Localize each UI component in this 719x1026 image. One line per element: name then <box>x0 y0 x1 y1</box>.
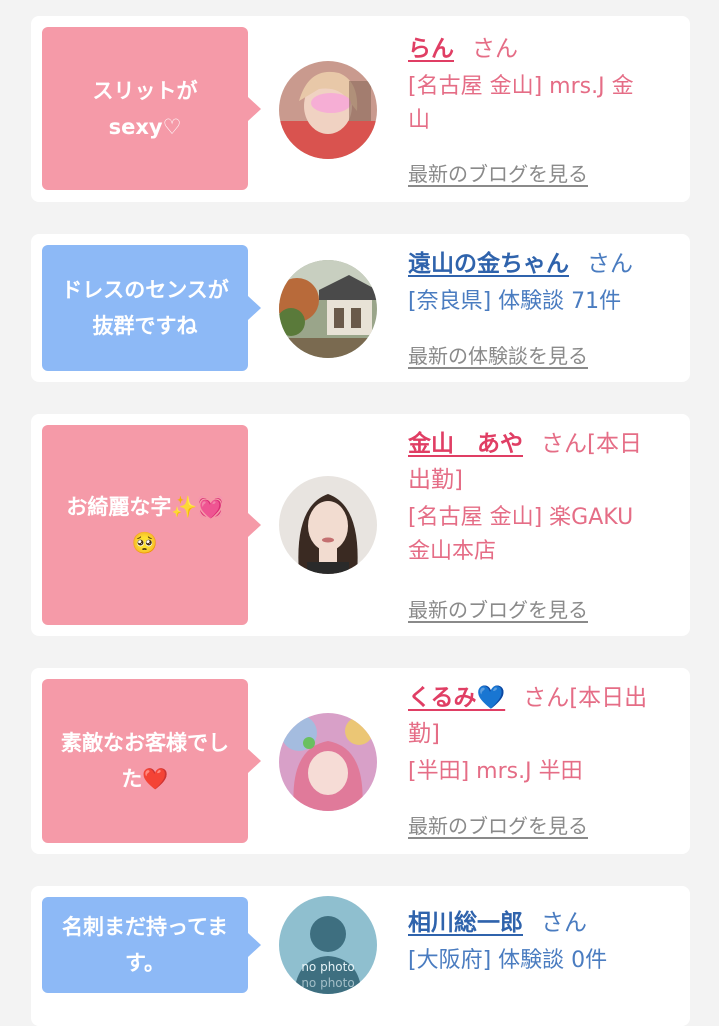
girl-name-link[interactable]: らん <box>408 36 454 62</box>
comment-bubble: ドレスのセンスが 抜群ですね <box>42 245 261 371</box>
honorific: さん[本日出 <box>523 685 648 711</box>
reviewer-detail: [奈良県] 体験談 71件 <box>408 289 622 314</box>
comment-bubble: スリットが sexy♡ <box>42 27 261 190</box>
honorific: さん[本日 <box>541 431 642 457</box>
comment-bubble: 名刺まだ持ってま す。 <box>42 897 261 993</box>
detail-line: [名古屋 金山] 楽GAKU <box>408 505 634 530</box>
comment-line: 🥺 <box>131 531 159 555</box>
honorific: さん <box>587 251 633 277</box>
latest-blog-link[interactable]: 最新のブログを見る <box>408 158 588 187</box>
comment-line: スリットが <box>92 78 198 103</box>
latest-blog-link[interactable]: 最新のブログを見る <box>408 810 588 839</box>
reviewer-detail: [大阪府] 体験談 0件 <box>408 948 608 973</box>
comment-line: 素敵なお客様でし <box>61 731 229 755</box>
comment-line: sexy♡ <box>108 114 182 139</box>
review-card-1: スリットが sexy♡ らん さん [名古屋 金山] mrs.J 金 山 最新のブ… <box>31 16 690 202</box>
review-card-3: お綺麗な字✨💓 🥺 金山 あや さん[本日 出勤] [名古屋 金山] 楽GAKU … <box>31 414 690 636</box>
detail-line: 山 <box>408 108 431 133</box>
work-status: 勤] <box>408 721 440 747</box>
shop-detail: [名古屋 金山] mrs.J 金 山 <box>408 70 678 138</box>
no-photo-label: no photo <box>301 976 355 990</box>
latest-review-link[interactable]: 最新の体験談を見る <box>408 340 588 369</box>
shop-detail: [名古屋 金山] 楽GAKU 金山本店 <box>408 501 678 569</box>
review-card-4: 素敵なお客様でし た❤️ くるみ💙 さん[本日出 勤] [半田] mrs.J 半田… <box>31 668 690 854</box>
card-info: くるみ💙 さん[本日出 勤] [半田] mrs.J 半田 <box>408 679 678 789</box>
review-card-2: ドレスのセンスが 抜群ですね 遠山の金ちゃん さん [奈良県] 体験談 71件 最… <box>31 234 690 382</box>
avatar[interactable] <box>279 476 377 574</box>
latest-blog-link[interactable]: 最新のブログを見る <box>408 594 588 623</box>
comment-line: 名刺まだ持ってま <box>62 915 228 939</box>
comment-line: す。 <box>125 951 165 975</box>
shop-detail: [半田] mrs.J 半田 <box>408 759 583 784</box>
detail-line: [名古屋 金山] mrs.J 金 <box>408 74 634 99</box>
review-card-5: 名刺まだ持ってま す。 no photo no photo 相川総一郎 さん [大… <box>31 886 690 1026</box>
detail-line: 金山本店 <box>408 539 497 564</box>
card-info: らん さん [名古屋 金山] mrs.J 金 山 <box>408 30 678 138</box>
work-status: 出勤] <box>408 467 463 493</box>
comment-bubble: 素敵なお客様でし た❤️ <box>42 679 261 843</box>
comment-bubble: お綺麗な字✨💓 🥺 <box>42 425 261 625</box>
girl-name-link[interactable]: くるみ💙 <box>408 685 505 711</box>
girl-name-link[interactable]: 金山 あや <box>408 431 523 457</box>
honorific: さん <box>541 910 587 936</box>
avatar[interactable]: no photo no photo <box>279 896 377 994</box>
comment-line: お綺麗な字✨💓 <box>66 495 224 519</box>
card-info: 金山 あや さん[本日 出勤] [名古屋 金山] 楽GAKU 金山本店 <box>408 425 678 569</box>
reviewer-name-link[interactable]: 相川総一郎 <box>408 910 523 936</box>
comment-line: た❤️ <box>121 767 169 791</box>
card-info: 遠山の金ちゃん さん [奈良県] 体験談 71件 <box>408 245 678 319</box>
comment-line: ドレスのセンスが <box>61 278 229 302</box>
no-photo-label: no photo <box>301 960 355 974</box>
honorific: さん <box>472 36 518 62</box>
card-info: 相川総一郎 さん [大阪府] 体験談 0件 <box>408 904 678 978</box>
comment-line: 抜群ですね <box>92 314 198 338</box>
reviewer-name-link[interactable]: 遠山の金ちゃん <box>408 251 569 277</box>
avatar[interactable] <box>279 713 377 811</box>
avatar[interactable] <box>279 61 377 159</box>
avatar[interactable] <box>279 260 377 358</box>
